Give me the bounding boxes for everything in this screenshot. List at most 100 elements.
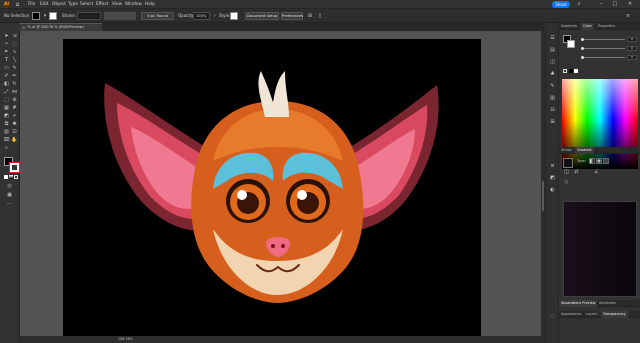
gradient-preview[interactable] (563, 201, 637, 297)
layers-panel-icon[interactable]: ◫ (549, 59, 556, 66)
tab-properties[interactable]: Properties (596, 23, 617, 30)
color-slider-2[interactable] (581, 48, 625, 49)
line-tool-icon[interactable]: ╲ (11, 57, 18, 64)
shape-builder-tool-icon[interactable]: ⊕ (11, 97, 18, 104)
tab-separations-preview[interactable]: Separations Preview (559, 300, 598, 307)
color-value-3[interactable]: 0 (627, 55, 637, 60)
white-color-chip[interactable] (574, 69, 578, 73)
free-transform-tool-icon[interactable]: ⬚ (3, 97, 10, 104)
reverse-gradient-icon[interactable]: ⇄ (573, 169, 580, 176)
pathfinder-panel-icon[interactable]: ⊟ (549, 107, 556, 114)
menu-object[interactable]: Object (52, 0, 66, 9)
none-color-icon[interactable] (563, 69, 567, 73)
drawing-modes-icon[interactable]: ◎ (6, 183, 13, 190)
transform-panel-icon[interactable]: ⊞ (549, 119, 556, 126)
blend-tool-icon[interactable]: ⧉ (3, 121, 10, 128)
color-slider-2-knob[interactable] (581, 47, 584, 50)
maximize-icon[interactable]: □ (610, 0, 620, 9)
zoom-level[interactable]: 106.76% (118, 336, 133, 343)
tab-appearance[interactable]: Appearance (559, 311, 583, 318)
curvature-tool-icon[interactable]: ∿ (11, 49, 18, 56)
share-button[interactable]: Share (552, 1, 570, 8)
color-mode-icon[interactable] (4, 175, 8, 179)
scrollbar-thumb[interactable] (542, 181, 544, 211)
panel-menu-icon[interactable]: ≡ (624, 12, 632, 20)
tab-stroke[interactable]: Stroke (559, 147, 574, 154)
transparency-panel-icon[interactable]: ◌ (549, 313, 556, 320)
linear-gradient-icon[interactable] (589, 158, 595, 164)
artboard-tool-icon[interactable]: ⊡ (11, 129, 18, 136)
close-icon[interactable]: ✕ (625, 0, 635, 9)
gradient-panel-icon[interactable]: ◩ (549, 175, 556, 182)
menu-select[interactable]: Select (80, 0, 93, 9)
artboard[interactable] (63, 39, 481, 336)
menu-view[interactable]: View (112, 0, 122, 9)
rectangle-tool-icon[interactable]: ▭ (3, 65, 10, 72)
paintbrush-tool-icon[interactable]: ✎ (11, 65, 18, 72)
stroke-weight-field[interactable] (77, 12, 101, 20)
pencil-tool-icon[interactable]: ✏ (11, 73, 18, 80)
color-spectrum[interactable] (562, 79, 638, 169)
gradient-tool-icon[interactable]: ◩ (3, 113, 10, 120)
preferences-button[interactable]: Preferences (281, 12, 303, 20)
close-tab-icon[interactable]: × (22, 24, 25, 31)
color-slider-1[interactable] (581, 39, 625, 40)
search-icon[interactable]: ⌕ (574, 0, 584, 9)
radial-gradient-icon[interactable] (596, 158, 602, 164)
gradient-angle-icon[interactable]: ∠ (593, 169, 600, 176)
tab-transparency[interactable]: Transparency (601, 311, 628, 318)
libraries-panel-icon[interactable]: ▤ (549, 47, 556, 54)
document-setup-button[interactable]: Document Setup (245, 12, 279, 20)
gradient-swatch[interactable] (563, 158, 573, 168)
tab-attributes[interactable]: Attributes (597, 300, 618, 307)
variable-width-field[interactable] (104, 12, 136, 20)
fill-swatch[interactable] (32, 12, 40, 20)
slice-tool-icon[interactable]: ⌧ (3, 137, 10, 144)
menu-window[interactable]: Window (125, 0, 142, 9)
type-tool-icon[interactable]: T (3, 57, 10, 64)
opacity-chevron-icon[interactable]: › (211, 12, 219, 20)
properties-panel-icon[interactable]: ☰ (549, 35, 556, 42)
scale-tool-icon[interactable]: ⤢ (3, 89, 10, 96)
home-icon[interactable]: ⌂ (14, 1, 21, 8)
menu-file[interactable]: File (28, 0, 35, 9)
screen-mode-icon[interactable]: ▣ (6, 192, 13, 199)
align-panel-icon[interactable]: ▥ (549, 95, 556, 102)
shaper-tool-icon[interactable]: ✐ (3, 73, 10, 80)
black-color-chip[interactable] (569, 69, 573, 73)
canvas-area[interactable] (20, 31, 541, 336)
gradient-mode-icon[interactable] (9, 175, 13, 179)
minimize-icon[interactable]: – (596, 0, 606, 9)
stroke-gradient-icon[interactable]: ◫ (563, 169, 570, 176)
magic-wand-tool-icon[interactable]: ✧ (3, 41, 10, 48)
selection-tool-icon[interactable]: ➤ (3, 33, 10, 40)
brushes-panel-icon[interactable]: ✎ (549, 83, 556, 90)
tab-swatches[interactable]: Swatches (559, 23, 579, 30)
pen-tool-icon[interactable]: ✒ (3, 49, 10, 56)
fennec-fox-illustration[interactable] (63, 39, 481, 336)
zoom-tool-icon[interactable]: ⌕ (3, 145, 10, 152)
fill-dropdown-icon[interactable]: ▾ (41, 12, 49, 20)
perspective-grid-tool-icon[interactable]: ▦ (3, 105, 10, 112)
tab-layers[interactable]: Layers (584, 311, 599, 318)
color-slider-3[interactable] (581, 57, 625, 58)
eyedropper-tool-icon[interactable]: ⌿ (11, 113, 18, 120)
stroke-swatch[interactable] (49, 12, 57, 20)
gradient-aspect-icon[interactable]: ◇ (563, 179, 570, 186)
stroke-color-box[interactable] (9, 162, 20, 173)
width-tool-icon[interactable]: ⋈ (11, 89, 18, 96)
color-value-1[interactable]: 0 (627, 37, 637, 42)
menu-effect[interactable]: Effect (96, 0, 108, 9)
graphic-style-swatch[interactable] (230, 12, 238, 20)
eraser-tool-icon[interactable]: ◧ (3, 81, 10, 88)
hand-tool-icon[interactable]: ✋ (11, 137, 18, 144)
direct-selection-tool-icon[interactable]: ⇲ (11, 33, 18, 40)
none-mode-icon[interactable] (14, 175, 18, 179)
rotate-tool-icon[interactable]: ↻ (11, 81, 18, 88)
color-slider-3-knob[interactable] (581, 56, 584, 59)
stroke-panel-icon[interactable]: ≡ (549, 163, 556, 170)
menu-type[interactable]: Type (68, 0, 78, 9)
isolate-icon[interactable]: ▯ (316, 12, 324, 20)
freeform-gradient-icon[interactable] (603, 158, 609, 164)
mesh-tool-icon[interactable]: # (11, 105, 18, 112)
